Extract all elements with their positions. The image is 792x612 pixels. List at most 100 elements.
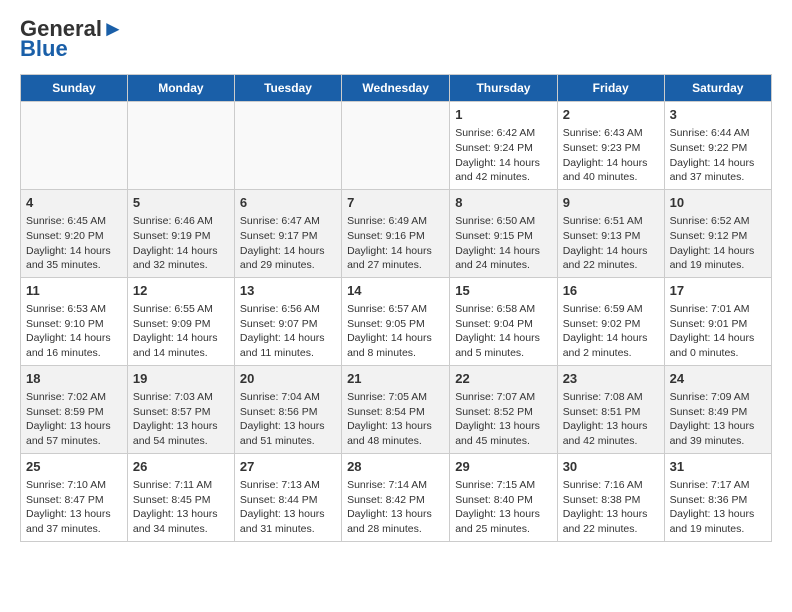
day-info: Sunrise: 7:11 AM Sunset: 8:45 PM Dayligh… (133, 478, 229, 537)
calendar-cell: 9Sunrise: 6:51 AM Sunset: 9:13 PM Daylig… (557, 189, 664, 277)
day-number: 17 (670, 282, 766, 300)
calendar-cell: 15 Sunrise: 6:58 AM Sunset: 9:04 PM Dayli… (450, 277, 557, 365)
calendar-cell: 7 Sunrise: 6:49 AM Sunset: 9:16 PM Daylig… (342, 189, 450, 277)
calendar-cell: 14 Sunrise: 6:57 AM Sunset: 9:05 PM Dayli… (342, 277, 450, 365)
day-info: Sunrise: 7:01 AM Sunset: 9:01 PM Dayligh… (670, 302, 766, 361)
calendar-cell: 8 Sunrise: 6:50 AM Sunset: 9:15 PM Daylig… (450, 189, 557, 277)
day-number: 8 (455, 194, 551, 212)
day-number: 20 (240, 370, 336, 388)
day-number: 26 (133, 458, 229, 476)
day-info: Sunrise: 6:55 AM Sunset: 9:09 PM Dayligh… (133, 302, 229, 361)
day-info: Sunrise: 6:49 AM Sunset: 9:16 PM Dayligh… (347, 214, 444, 273)
week-row-4: 18Sunrise: 7:02 AM Sunset: 8:59 PM Dayli… (21, 365, 772, 453)
calendar-cell: 13 Sunrise: 6:56 AM Sunset: 9:07 PM Dayli… (234, 277, 341, 365)
day-number: 23 (563, 370, 659, 388)
calendar-cell (342, 102, 450, 190)
calendar-cell: 24Sunrise: 7:09 AM Sunset: 8:49 PM Dayli… (664, 365, 771, 453)
day-number: 27 (240, 458, 336, 476)
calendar-cell: 18Sunrise: 7:02 AM Sunset: 8:59 PM Dayli… (21, 365, 128, 453)
calendar-cell: 27 Sunrise: 7:13 AM Sunset: 8:44 PM Dayli… (234, 453, 341, 541)
calendar-cell: 21Sunrise: 7:05 AM Sunset: 8:54 PM Dayli… (342, 365, 450, 453)
day-info: Sunrise: 7:02 AM Sunset: 8:59 PM Dayligh… (26, 390, 122, 449)
calendar-cell: 26 Sunrise: 7:11 AM Sunset: 8:45 PM Dayli… (127, 453, 234, 541)
calendar-cell: 20 Sunrise: 7:04 AM Sunset: 8:56 PM Dayli… (234, 365, 341, 453)
day-info: Sunrise: 6:59 AM Sunset: 9:02 PM Dayligh… (563, 302, 659, 361)
calendar-cell: 16 Sunrise: 6:59 AM Sunset: 9:02 PM Dayli… (557, 277, 664, 365)
week-row-3: 11Sunrise: 6:53 AM Sunset: 9:10 PM Dayli… (21, 277, 772, 365)
calendar-header-row: SundayMondayTuesdayWednesdayThursdayFrid… (21, 75, 772, 102)
day-number: 19 (133, 370, 229, 388)
day-info: Sunrise: 7:03 AM Sunset: 8:57 PM Dayligh… (133, 390, 229, 449)
col-header-sunday: Sunday (21, 75, 128, 102)
day-info: Sunrise: 6:45 AM Sunset: 9:20 PM Dayligh… (26, 214, 122, 273)
col-header-thursday: Thursday (450, 75, 557, 102)
col-header-monday: Monday (127, 75, 234, 102)
day-number: 16 (563, 282, 659, 300)
calendar-cell: 11Sunrise: 6:53 AM Sunset: 9:10 PM Dayli… (21, 277, 128, 365)
calendar-cell: 19 Sunrise: 7:03 AM Sunset: 8:57 PM Dayli… (127, 365, 234, 453)
calendar-cell: 5 Sunrise: 6:46 AM Sunset: 9:19 PM Daylig… (127, 189, 234, 277)
day-info: Sunrise: 7:13 AM Sunset: 8:44 PM Dayligh… (240, 478, 336, 537)
day-number: 1 (455, 106, 551, 124)
calendar-cell: 25 Sunrise: 7:10 AM Sunset: 8:47 PM Dayli… (21, 453, 128, 541)
calendar-cell: 4 Sunrise: 6:45 AM Sunset: 9:20 PM Daylig… (21, 189, 128, 277)
day-number: 9 (563, 194, 659, 212)
calendar-cell (234, 102, 341, 190)
calendar-cell: 31 Sunrise: 7:17 AM Sunset: 8:36 PM Dayli… (664, 453, 771, 541)
day-number: 28 (347, 458, 444, 476)
day-info: Sunrise: 7:15 AM Sunset: 8:40 PM Dayligh… (455, 478, 551, 537)
day-number: 12 (133, 282, 229, 300)
calendar-table: SundayMondayTuesdayWednesdayThursdayFrid… (20, 74, 772, 542)
day-number: 4 (26, 194, 122, 212)
day-number: 15 (455, 282, 551, 300)
day-number: 13 (240, 282, 336, 300)
calendar-cell: 23Sunrise: 7:08 AM Sunset: 8:51 PM Dayli… (557, 365, 664, 453)
day-info: Sunrise: 7:04 AM Sunset: 8:56 PM Dayligh… (240, 390, 336, 449)
day-number: 14 (347, 282, 444, 300)
day-number: 31 (670, 458, 766, 476)
day-number: 25 (26, 458, 122, 476)
day-info: Sunrise: 6:47 AM Sunset: 9:17 PM Dayligh… (240, 214, 336, 273)
week-row-5: 25 Sunrise: 7:10 AM Sunset: 8:47 PM Dayli… (21, 453, 772, 541)
calendar-cell: 10Sunrise: 6:52 AM Sunset: 9:12 PM Dayli… (664, 189, 771, 277)
calendar-cell: 1 Sunrise: 6:42 AM Sunset: 9:24 PM Daylig… (450, 102, 557, 190)
day-info: Sunrise: 6:46 AM Sunset: 9:19 PM Dayligh… (133, 214, 229, 273)
col-header-friday: Friday (557, 75, 664, 102)
day-number: 6 (240, 194, 336, 212)
col-header-saturday: Saturday (664, 75, 771, 102)
calendar-cell (21, 102, 128, 190)
day-info: Sunrise: 6:58 AM Sunset: 9:04 PM Dayligh… (455, 302, 551, 361)
day-info: Sunrise: 6:56 AM Sunset: 9:07 PM Dayligh… (240, 302, 336, 361)
logo-blue-arrow: ► (102, 16, 124, 42)
day-info: Sunrise: 7:10 AM Sunset: 8:47 PM Dayligh… (26, 478, 122, 537)
day-number: 21 (347, 370, 444, 388)
calendar-cell: 22 Sunrise: 7:07 AM Sunset: 8:52 PM Dayli… (450, 365, 557, 453)
day-info: Sunrise: 6:42 AM Sunset: 9:24 PM Dayligh… (455, 126, 551, 185)
day-info: Sunrise: 7:07 AM Sunset: 8:52 PM Dayligh… (455, 390, 551, 449)
week-row-1: 1 Sunrise: 6:42 AM Sunset: 9:24 PM Daylig… (21, 102, 772, 190)
calendar-cell: 12 Sunrise: 6:55 AM Sunset: 9:09 PM Dayli… (127, 277, 234, 365)
day-number: 10 (670, 194, 766, 212)
day-number: 24 (670, 370, 766, 388)
day-info: Sunrise: 6:50 AM Sunset: 9:15 PM Dayligh… (455, 214, 551, 273)
day-info: Sunrise: 6:53 AM Sunset: 9:10 PM Dayligh… (26, 302, 122, 361)
calendar-cell (127, 102, 234, 190)
day-info: Sunrise: 7:16 AM Sunset: 8:38 PM Dayligh… (563, 478, 659, 537)
col-header-wednesday: Wednesday (342, 75, 450, 102)
page-container: General ► Blue SundayMondayTuesdayWednes… (0, 0, 792, 558)
day-info: Sunrise: 7:17 AM Sunset: 8:36 PM Dayligh… (670, 478, 766, 537)
logo: General ► Blue (20, 16, 124, 62)
logo-blue-text: Blue (20, 36, 68, 62)
day-info: Sunrise: 6:57 AM Sunset: 9:05 PM Dayligh… (347, 302, 444, 361)
day-number: 3 (670, 106, 766, 124)
day-number: 2 (563, 106, 659, 124)
calendar-cell: 6 Sunrise: 6:47 AM Sunset: 9:17 PM Daylig… (234, 189, 341, 277)
week-row-2: 4 Sunrise: 6:45 AM Sunset: 9:20 PM Daylig… (21, 189, 772, 277)
calendar-cell: 30Sunrise: 7:16 AM Sunset: 8:38 PM Dayli… (557, 453, 664, 541)
day-number: 5 (133, 194, 229, 212)
calendar-cell: 17 Sunrise: 7:01 AM Sunset: 9:01 PM Dayli… (664, 277, 771, 365)
day-number: 7 (347, 194, 444, 212)
col-header-tuesday: Tuesday (234, 75, 341, 102)
calendar-cell: 28Sunrise: 7:14 AM Sunset: 8:42 PM Dayli… (342, 453, 450, 541)
day-number: 22 (455, 370, 551, 388)
